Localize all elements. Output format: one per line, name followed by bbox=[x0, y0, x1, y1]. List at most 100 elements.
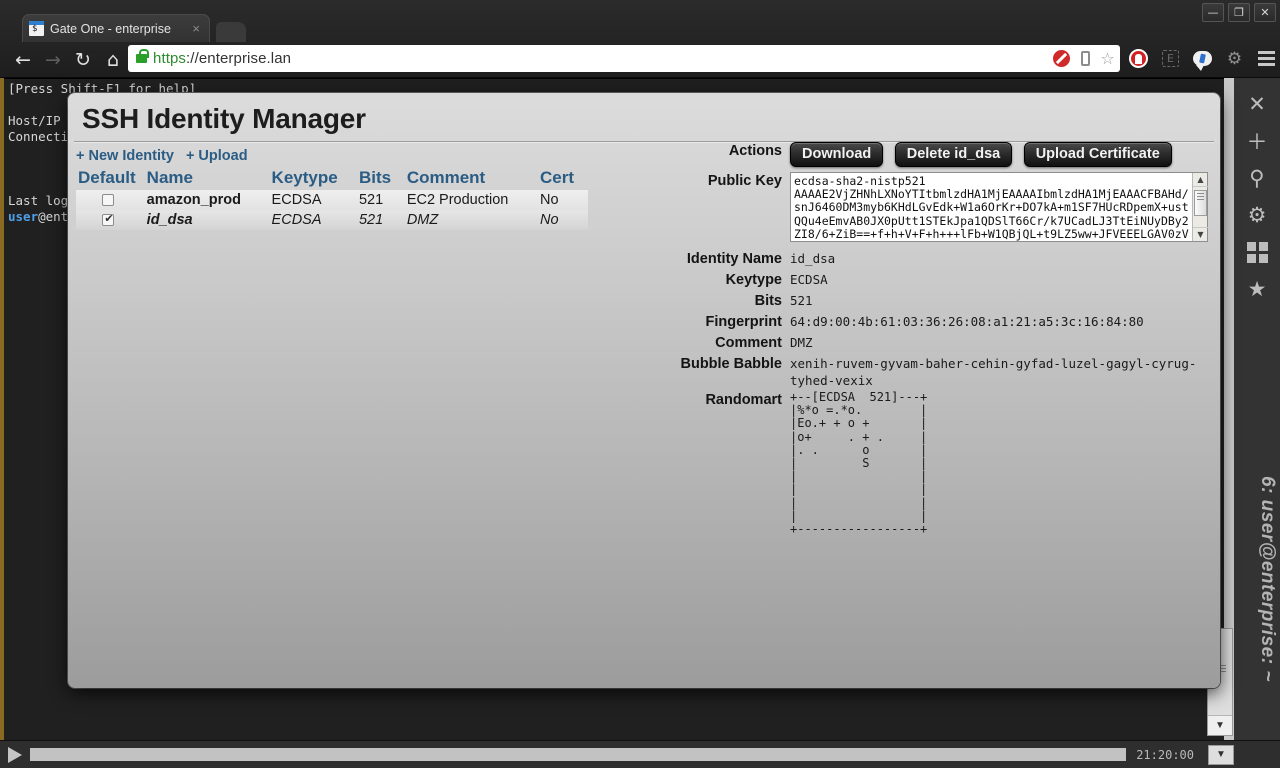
adblock-icon[interactable] bbox=[1124, 44, 1153, 73]
column-header-name[interactable]: Name bbox=[145, 168, 270, 190]
scroll-down-icon[interactable]: ▼ bbox=[1193, 227, 1208, 241]
randomart-value: +--[ECDSA 521]---+ |%*o =.*o. | |Eo.+ + … bbox=[790, 391, 927, 536]
delete-identity-button[interactable]: Delete id_dsa bbox=[895, 142, 1013, 167]
play-button[interactable] bbox=[8, 747, 22, 763]
comment-row: Comment DMZ bbox=[668, 334, 1220, 353]
comment-label: Comment bbox=[668, 334, 790, 353]
url-host: ://enterprise.lan bbox=[186, 50, 291, 67]
url-scheme: https bbox=[153, 50, 186, 67]
row-comment-cell: DMZ bbox=[405, 210, 538, 230]
home-button[interactable]: ⌂ bbox=[98, 45, 128, 75]
address-bar[interactable]: https://enterprise.lan bbox=[128, 45, 1048, 72]
evernote-icon[interactable]: Е bbox=[1156, 44, 1185, 73]
public-key-label: Public Key bbox=[668, 172, 790, 242]
playback-bar: 21:20:00 ▼ bbox=[0, 740, 1280, 768]
keytype-label: Keytype bbox=[668, 271, 790, 290]
terminal-left-accent bbox=[0, 78, 4, 768]
reload-button[interactable]: ↻ bbox=[68, 45, 98, 75]
row-name-cell: id_dsa bbox=[145, 210, 270, 230]
chat-icon[interactable] bbox=[1188, 44, 1217, 73]
public-key-scrollbar[interactable]: ▲ ▼ bbox=[1192, 173, 1207, 241]
terminal-tab-label[interactable]: 6: user@enterprise: ~ bbox=[1236, 476, 1278, 682]
window-close-button[interactable]: ✕ bbox=[1254, 3, 1276, 22]
row-bits-cell: 521 bbox=[357, 190, 405, 210]
row-name-cell: amazon_prod bbox=[145, 190, 270, 210]
dialog-body: + New Identity + Upload Default Name Key… bbox=[68, 142, 1220, 682]
gear-icon[interactable]: ⚙ bbox=[1243, 201, 1271, 229]
lock-icon bbox=[136, 54, 147, 63]
noscript-icon[interactable] bbox=[1053, 50, 1070, 67]
star-icon[interactable]: ★ bbox=[1243, 275, 1271, 303]
row-cert-cell: No bbox=[538, 210, 588, 230]
table-row[interactable]: amazon_prod ECDSA 521 EC2 Production No bbox=[76, 190, 588, 210]
tab-close-icon[interactable]: × bbox=[189, 21, 203, 36]
scrollbar-thumb[interactable] bbox=[1194, 190, 1207, 216]
randomart-row: Randomart +--[ECDSA 521]---+ |%*o =.*o. … bbox=[668, 391, 1220, 536]
tab-title: Gate One - enterprise bbox=[50, 22, 189, 36]
window-controls: — ❐ ✕ bbox=[1202, 3, 1276, 22]
url-text: https://enterprise.lan bbox=[153, 50, 291, 67]
column-header-keytype[interactable]: Keytype bbox=[270, 168, 357, 190]
upload-certificate-button[interactable]: Upload Certificate bbox=[1024, 142, 1172, 167]
action-buttons: Download Delete id_dsa Upload Certificat… bbox=[790, 142, 1179, 167]
back-button[interactable]: ← bbox=[8, 45, 38, 75]
plus-icon[interactable]: ＋ bbox=[1243, 127, 1271, 155]
sidebar-icon-list: ✕ ＋ ⚲ ⚙ ★ bbox=[1234, 90, 1280, 303]
public-key-textarea[interactable]: ecdsa-sha2-nistp521 AAAAE2VjZHNhLXNoYTIt… bbox=[790, 172, 1208, 242]
bubble-babble-value: xenih-ruvem-gyvam-baher-cehin-gyfad-luze… bbox=[790, 355, 1196, 389]
close-icon[interactable]: ✕ bbox=[1243, 90, 1271, 118]
bottom-scroll-down-button[interactable]: ▼ bbox=[1208, 745, 1234, 765]
row-bits-cell: 521 bbox=[357, 210, 405, 230]
keytype-value: ECDSA bbox=[790, 271, 828, 290]
identity-name-value: id_dsa bbox=[790, 250, 835, 269]
scroll-down-button[interactable]: ▼ bbox=[1208, 715, 1232, 735]
identity-actions-links: + New Identity + Upload bbox=[68, 142, 668, 168]
settings-gear-icon[interactable]: ⚙ bbox=[1220, 44, 1249, 73]
search-icon[interactable]: ⚲ bbox=[1243, 164, 1271, 192]
tab-favicon-icon bbox=[29, 21, 44, 36]
row-keytype-cell: ECDSA bbox=[270, 190, 357, 210]
forward-button[interactable]: → bbox=[38, 45, 68, 75]
window-minimize-button[interactable]: — bbox=[1202, 3, 1224, 22]
row-keytype-cell: ECDSA bbox=[270, 210, 357, 230]
default-checkbox[interactable] bbox=[102, 214, 114, 226]
clock-label: 21:20:00 bbox=[1136, 748, 1194, 762]
column-header-comment[interactable]: Comment bbox=[405, 168, 538, 190]
actions-label: Actions bbox=[668, 142, 790, 161]
extension-icons: Е ⚙ bbox=[1124, 44, 1280, 73]
bookmark-star-icon[interactable]: ☆ bbox=[1100, 49, 1114, 68]
fingerprint-value: 64:d9:00:4b:61:03:36:26:08:a1:21:a5:3c:1… bbox=[790, 313, 1144, 332]
identity-list-panel: + New Identity + Upload Default Name Key… bbox=[68, 142, 668, 230]
keytype-row: Keytype ECDSA bbox=[668, 271, 1220, 290]
identity-name-label: Identity Name bbox=[668, 250, 790, 269]
bits-label: Bits bbox=[668, 292, 790, 311]
window-maximize-button[interactable]: ❐ bbox=[1228, 3, 1250, 22]
default-checkbox[interactable] bbox=[102, 194, 114, 206]
column-header-default[interactable]: Default bbox=[76, 168, 145, 190]
new-identity-link[interactable]: + New Identity bbox=[76, 148, 174, 164]
comment-value: DMZ bbox=[790, 334, 813, 353]
ssh-identity-manager-dialog: SSH Identity Manager + New Identity + Up… bbox=[68, 93, 1220, 688]
table-row[interactable]: id_dsa ECDSA 521 DMZ No bbox=[76, 210, 588, 230]
download-button[interactable]: Download bbox=[790, 142, 883, 167]
mobile-view-icon[interactable] bbox=[1081, 51, 1090, 66]
screen: Gate One - enterprise × — ❐ ✕ ← → ↻ ⌂ ht… bbox=[0, 0, 1280, 768]
grid-icon[interactable] bbox=[1243, 238, 1271, 266]
browser-tab[interactable]: Gate One - enterprise × bbox=[22, 14, 210, 42]
actions-row: Actions Download Delete id_dsa Upload Ce… bbox=[668, 142, 1220, 167]
bits-value: 521 bbox=[790, 292, 813, 311]
bubble-babble-row: Bubble Babble xenih-ruvem-gyvam-baher-ce… bbox=[668, 355, 1220, 389]
browser-menu-icon[interactable] bbox=[1252, 44, 1280, 73]
gateone-sidebar: ✕ ＋ ⚲ ⚙ ★ 6: user@enterprise: ~ bbox=[1234, 78, 1280, 768]
column-header-bits[interactable]: Bits bbox=[357, 168, 405, 190]
upload-link[interactable]: + Upload bbox=[186, 148, 248, 164]
new-tab-button[interactable] bbox=[216, 22, 246, 42]
bits-row: Bits 521 bbox=[668, 292, 1220, 311]
playback-progress[interactable] bbox=[30, 748, 1126, 761]
dialog-title: SSH Identity Manager bbox=[68, 93, 1220, 141]
column-header-cert[interactable]: Cert bbox=[538, 168, 588, 190]
browser-titlebar: Gate One - enterprise × — ❐ ✕ bbox=[0, 0, 1280, 28]
scroll-up-icon[interactable]: ▲ bbox=[1193, 173, 1208, 187]
row-default-cell bbox=[76, 210, 145, 230]
fingerprint-label: Fingerprint bbox=[668, 313, 790, 332]
